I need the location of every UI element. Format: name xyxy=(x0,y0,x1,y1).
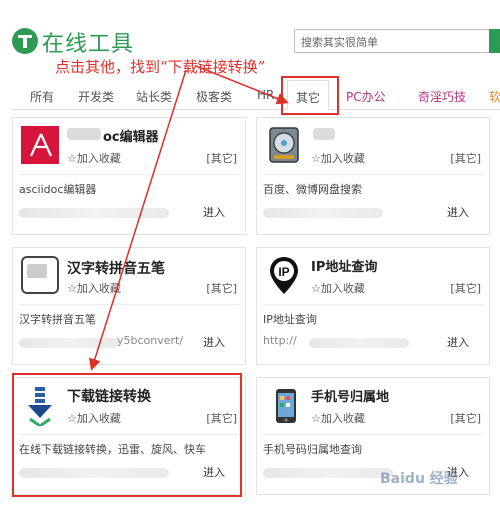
tool-desc: 汉字转拼音五笔 xyxy=(19,313,96,326)
card-divider xyxy=(19,174,239,175)
tab-dev[interactable]: 开发类 xyxy=(78,88,114,105)
blurred-url xyxy=(263,208,383,218)
blurred-url xyxy=(309,338,409,348)
tool-desc: asciidoc编辑器 xyxy=(19,183,97,196)
category-tabs: 所有 开发类 站长类 极客类 HR 其它 PC办公 奇淫巧技 软 xyxy=(0,80,500,110)
enter-link[interactable]: 进入 xyxy=(203,334,225,350)
card-divider xyxy=(263,304,483,305)
tab-software[interactable]: 软 xyxy=(489,88,500,105)
card-divider xyxy=(19,304,239,305)
favorite-button[interactable]: ☆加入收藏 xyxy=(311,280,365,296)
tool-card-hanzi-pinyin[interactable]: 汉字转拼音五笔 ☆加入收藏 [其它] 汉字转拼音五笔 y5bconvert/ 进… xyxy=(12,247,246,365)
tool-url: http:// xyxy=(263,334,297,347)
card-divider xyxy=(263,434,483,435)
tool-desc: IP地址查询 xyxy=(263,313,317,326)
tab-all[interactable]: 所有 xyxy=(30,88,54,105)
tab-highlight-box xyxy=(281,76,339,115)
blurred-url xyxy=(19,208,169,218)
enter-link[interactable]: 进入 xyxy=(447,334,469,350)
hard-drive-icon xyxy=(265,126,303,164)
blurred-url xyxy=(263,468,393,478)
tab-tricks[interactable]: 奇淫巧技 xyxy=(418,88,466,105)
watermark: Baidu 经验 xyxy=(380,471,458,487)
star-icon: ☆ xyxy=(67,282,77,295)
enter-link[interactable]: 进入 xyxy=(447,204,469,220)
tool-url: y5bconvert/ xyxy=(117,334,184,347)
search-button[interactable] xyxy=(489,29,500,53)
blurred-name xyxy=(67,128,101,140)
blurred-url xyxy=(19,338,119,348)
asciidoc-icon xyxy=(21,126,59,164)
tabs-divider xyxy=(12,109,500,110)
category-tag: [其它] xyxy=(450,282,481,295)
category-tag: [其它] xyxy=(206,152,237,165)
tab-webmaster[interactable]: 站长类 xyxy=(136,88,172,105)
tool-name: 汉字转拼音五笔 xyxy=(67,261,165,277)
annotation-instruction: 点击其他，找到“下载链接转换” xyxy=(55,58,266,76)
favorite-button[interactable]: ☆加入收藏 xyxy=(67,280,121,296)
tab-hr[interactable]: HR xyxy=(257,88,274,102)
tool-card-ip-lookup[interactable]: IP IP地址查询 ☆加入收藏 [其它] IP地址查询 http:// 进入 xyxy=(256,247,490,365)
tool-desc: 百度、微博网盘搜索 xyxy=(263,183,362,196)
blurred-name xyxy=(313,128,335,140)
category-tag: [其它] xyxy=(450,152,481,165)
star-icon: ☆ xyxy=(67,152,77,165)
logo-icon xyxy=(12,28,38,54)
svg-text:IP: IP xyxy=(278,265,289,279)
favorite-button[interactable]: ☆加入收藏 xyxy=(67,150,121,166)
star-icon: ☆ xyxy=(311,152,321,165)
star-icon: ☆ xyxy=(311,412,321,425)
site-title: 在线工具 xyxy=(42,32,135,57)
tool-desc: 手机号码归属地查询 xyxy=(263,443,362,456)
phone-icon xyxy=(265,386,303,424)
enter-link[interactable]: 进入 xyxy=(203,204,225,220)
tool-card-pan-search[interactable]: ☆加入收藏 [其它] 百度、微博网盘搜索 进入 xyxy=(256,117,490,235)
favorite-button[interactable]: ☆加入收藏 xyxy=(311,410,365,426)
card-divider xyxy=(263,174,483,175)
hanzi-icon xyxy=(21,256,59,294)
location-pin-icon: IP xyxy=(265,256,303,294)
category-tag: [其它] xyxy=(206,282,237,295)
tab-geek[interactable]: 极客类 xyxy=(196,88,232,105)
favorite-button[interactable]: ☆加入收藏 xyxy=(311,150,365,166)
tool-name: oc编辑器 xyxy=(103,130,159,145)
category-tag: [其它] xyxy=(450,412,481,425)
tool-name: 手机号归属地 xyxy=(311,390,390,405)
tool-name: IP地址查询 xyxy=(311,260,378,275)
card-highlight-box xyxy=(12,373,242,497)
tab-pc-office[interactable]: PC办公 xyxy=(346,88,386,105)
search-input[interactable]: 搜索其实很简单 xyxy=(294,29,490,53)
tool-card-asciidoc[interactable]: oc编辑器 ☆加入收藏 [其它] asciidoc编辑器 进入 xyxy=(12,117,246,235)
star-icon: ☆ xyxy=(311,282,321,295)
